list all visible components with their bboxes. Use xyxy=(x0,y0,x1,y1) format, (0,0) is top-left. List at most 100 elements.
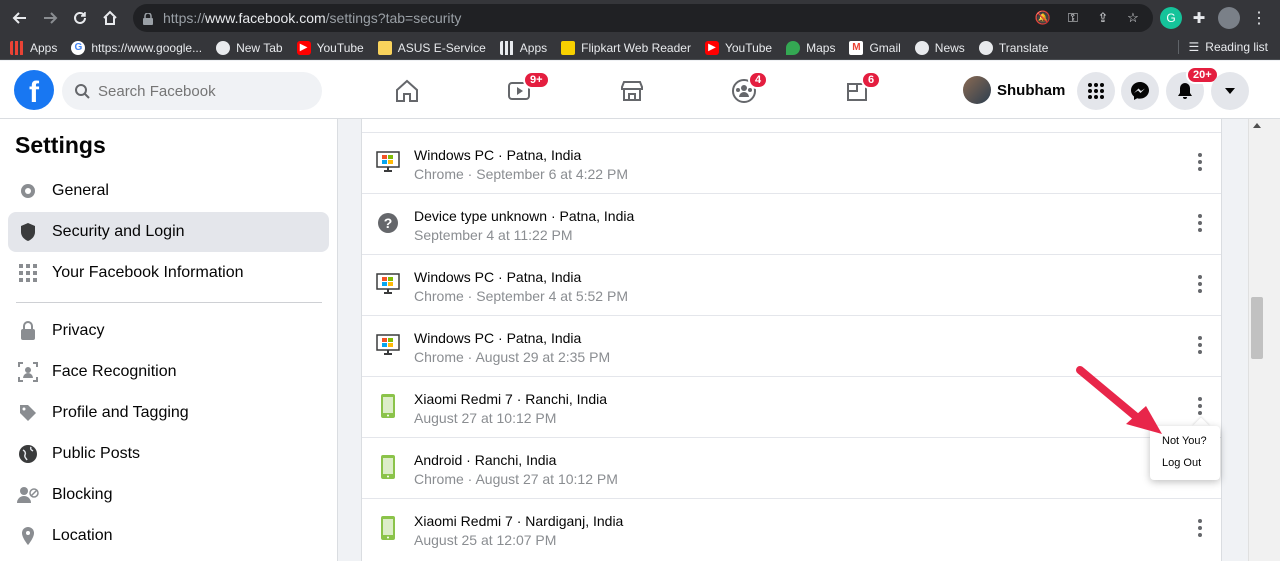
grammarly-extension-icon[interactable]: G xyxy=(1160,7,1182,29)
globe-icon xyxy=(17,443,39,465)
notifications-blocked-icon[interactable]: 🔕 xyxy=(1035,10,1051,26)
avatar xyxy=(963,76,991,104)
windows-pc-icon xyxy=(376,272,400,296)
session-device: Windows PC xyxy=(414,330,495,346)
log-out-menu-item[interactable]: Log Out xyxy=(1162,457,1201,469)
bookmark-news[interactable]: News xyxy=(914,40,965,55)
session-device: Windows PC xyxy=(414,147,495,163)
sidebar-item-blocking[interactable]: Blocking xyxy=(8,475,329,515)
google-icon: G xyxy=(71,40,86,55)
profile-avatar-icon[interactable] xyxy=(1218,7,1240,29)
youtube-icon: ▶ xyxy=(296,40,311,55)
session-row: Windows PC · Patna, India Chrome · Septe… xyxy=(362,254,1221,315)
tag-icon xyxy=(17,402,39,424)
windows-pc-icon xyxy=(376,150,400,174)
more-options-icon[interactable] xyxy=(1189,147,1211,177)
bookmark-gmail[interactable]: M Gmail xyxy=(849,40,901,55)
search-input[interactable] xyxy=(98,82,298,100)
home-nav-icon[interactable] xyxy=(387,73,427,109)
messenger-button[interactable] xyxy=(1121,72,1159,110)
facebook-logo-icon[interactable]: f xyxy=(14,70,54,110)
session-row: Android · Ranchi, India Chrome · August … xyxy=(362,437,1221,498)
bookmark-apps-2[interactable]: Apps xyxy=(499,40,547,55)
bookmark-youtube[interactable]: ▶ YouTube xyxy=(296,40,364,55)
gmail-icon: M xyxy=(849,40,864,55)
bookmark-asus[interactable]: ASUS E-Service xyxy=(377,40,486,55)
forward-icon[interactable] xyxy=(35,3,65,33)
sidebar-item-facebook-information[interactable]: Your Facebook Information xyxy=(8,253,329,293)
sidebar-item-privacy[interactable]: Privacy xyxy=(8,311,329,351)
more-options-icon[interactable] xyxy=(1189,269,1211,299)
maps-icon xyxy=(786,40,801,55)
extensions-puzzle-icon[interactable]: ✚ xyxy=(1188,7,1210,29)
session-place: Nardiganj, India xyxy=(525,513,624,529)
browser-toolbar: https://www.facebook.com/settings?tab=se… xyxy=(0,0,1280,36)
watch-nav-icon[interactable]: 9+ xyxy=(499,71,550,109)
bookmark-maps[interactable]: Maps xyxy=(786,40,835,55)
account-menu-button[interactable] xyxy=(1211,72,1249,110)
messenger-icon xyxy=(1131,82,1149,100)
settings-sidebar: Settings General Security and Login Your… xyxy=(0,119,338,561)
sidebar-item-general[interactable]: General xyxy=(8,171,329,211)
location-pin-icon xyxy=(17,525,39,547)
search-icon xyxy=(75,84,90,99)
session-device: Android xyxy=(414,452,463,468)
more-options-icon[interactable] xyxy=(1189,208,1211,238)
windows-pc-icon xyxy=(376,333,400,357)
sidebar-item-face-recognition[interactable]: Face Recognition xyxy=(8,352,329,392)
session-place: Patna, India xyxy=(506,147,582,163)
bookmark-youtube-2[interactable]: ▶ YouTube xyxy=(704,40,772,55)
scrollbar-thumb[interactable] xyxy=(1251,297,1263,359)
sidebar-item-public-posts[interactable]: Public Posts xyxy=(8,434,329,474)
more-options-icon[interactable] xyxy=(1189,330,1211,360)
shield-icon xyxy=(17,221,39,243)
sidebar-item-security[interactable]: Security and Login xyxy=(8,212,329,252)
gaming-badge: 6 xyxy=(861,71,882,89)
lock-icon xyxy=(143,12,153,25)
session-detail: Chrome · August 27 at 10:12 PM xyxy=(414,471,618,487)
page-scrollbar[interactable] xyxy=(1248,119,1280,561)
scroll-up-icon[interactable] xyxy=(1253,123,1261,128)
session-detail: Chrome · September 4 at 5:52 PM xyxy=(414,288,628,304)
sidebar-item-profile-tagging[interactable]: Profile and Tagging xyxy=(8,393,329,433)
home-icon[interactable] xyxy=(95,3,125,33)
groups-nav-icon[interactable]: 4 xyxy=(724,71,769,109)
gaming-nav-icon[interactable]: 6 xyxy=(837,71,882,109)
session-place: Patna, India xyxy=(559,208,635,224)
main-content: Windows PC · Patna, India Chrome · Septe… xyxy=(338,119,1248,561)
bookmark-flipkart[interactable]: Flipkart Web Reader xyxy=(561,40,691,55)
notifications-button[interactable]: 20+ xyxy=(1166,66,1219,110)
sidebar-item-location[interactable]: Location xyxy=(8,516,329,556)
share-icon[interactable]: ⇪ xyxy=(1095,10,1111,26)
sessions-panel: Windows PC · Patna, India Chrome · Septe… xyxy=(361,119,1222,561)
bookmark-translate[interactable]: Translate xyxy=(978,40,1048,55)
key-icon[interactable]: ⚿ xyxy=(1065,10,1081,26)
facebook-header: f 9+ 4 6 Shubham 20+ xyxy=(0,61,1280,119)
session-row: ? Device type unknown · Patna, India Sep… xyxy=(362,193,1221,254)
flipkart-icon xyxy=(561,40,576,55)
back-icon[interactable] xyxy=(5,3,35,33)
session-place: Ranchi, India xyxy=(525,391,607,407)
bookmarks-bar: Apps Ghttps://www.google... New Tab ▶ You… xyxy=(0,36,1280,60)
reading-list-button[interactable]: ☰ Reading list xyxy=(1177,40,1268,54)
info-grid-icon xyxy=(17,262,39,284)
more-options-icon[interactable] xyxy=(1189,391,1211,421)
unknown-device-icon: ? xyxy=(376,211,400,235)
browser-menu-icon[interactable]: ⋮ xyxy=(1248,7,1270,29)
annotation-arrow-icon xyxy=(1076,366,1162,434)
more-options-icon[interactable] xyxy=(1189,513,1211,543)
sidebar-divider xyxy=(16,302,322,303)
reload-icon[interactable] xyxy=(65,3,95,33)
search-box[interactable] xyxy=(62,72,322,110)
reading-list-icon: ☰ xyxy=(1188,40,1200,54)
session-detail: Chrome · September 6 at 4:22 PM xyxy=(414,166,628,182)
star-icon[interactable]: ☆ xyxy=(1125,10,1141,26)
menu-grid-button[interactable] xyxy=(1077,72,1115,110)
session-row: Xiaomi Redmi 7 · Nardiganj, India August… xyxy=(362,498,1221,559)
address-bar[interactable]: https://www.facebook.com/settings?tab=se… xyxy=(133,4,1153,32)
profile-link[interactable]: Shubham xyxy=(963,76,1065,104)
bookmark-new-tab[interactable]: New Tab xyxy=(216,40,283,55)
bookmark-google[interactable]: Ghttps://www.google... xyxy=(71,40,202,55)
bookmark-apps[interactable]: Apps xyxy=(10,40,57,55)
marketplace-nav-icon[interactable] xyxy=(612,73,652,109)
